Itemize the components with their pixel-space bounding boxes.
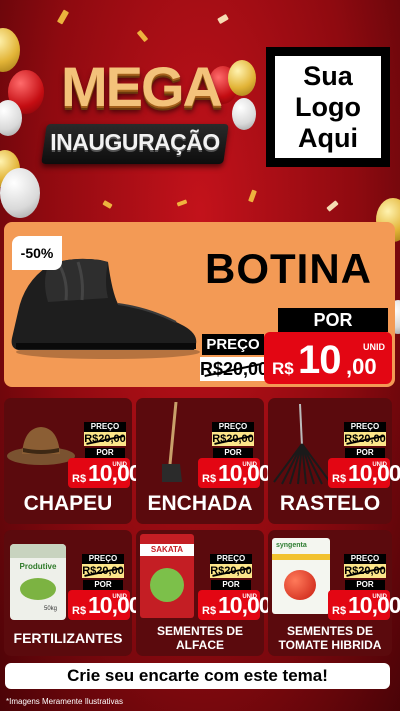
confetti (136, 29, 149, 43)
logo-text: Sua Logo Aqui (295, 60, 361, 153)
por-label: POR (213, 448, 253, 458)
old-price: R$20,00 (212, 432, 254, 446)
por-label: POR (85, 448, 125, 458)
banner-title: MEGA (61, 55, 223, 118)
unit-label: UNID (372, 462, 387, 468)
preco-label: PREÇO (344, 422, 386, 432)
cta-banner[interactable]: Crie seu encarte com este tema! (5, 663, 390, 689)
balloon-white (0, 168, 40, 218)
product-name: ENCHADA (147, 492, 253, 515)
product-card-rastelo: PREÇO R$20,00 POR R$ 10,00 UNID RASTELO (268, 398, 400, 524)
unit-label: UNID (112, 594, 127, 600)
preco-label: PREÇO (344, 554, 386, 564)
product-card-enchada: PREÇO R$20,00 POR R$ 10,00 UNID ENCHADA (136, 398, 272, 524)
hero-price-dec: ,00 (346, 354, 377, 379)
seed-brand: syngenta (276, 542, 307, 549)
confetti (217, 13, 229, 25)
hero-currency: R$ (272, 359, 294, 378)
currency: R$ (202, 473, 217, 485)
currency: R$ (332, 473, 347, 485)
unit-label: UNID (242, 462, 257, 468)
new-price: R$ 10,00 UNID (198, 458, 272, 488)
old-price: R$20,00 (84, 432, 126, 446)
new-price: R$ 10,00 UNID (328, 458, 400, 488)
discount-badge: -50% (12, 236, 62, 270)
currency: R$ (72, 605, 87, 617)
hero-old-price: R$20,00 (200, 357, 268, 381)
confetti (176, 199, 188, 207)
por-label: POR (345, 580, 385, 590)
hero-unit-label: UNID (363, 342, 385, 352)
balloon-white (0, 100, 22, 136)
new-price: R$ 10,00 UNID (68, 590, 142, 620)
old-price: R$20,00 (344, 564, 386, 578)
logo-placeholder: Sua Logo Aqui (266, 47, 390, 167)
fertilizer-bag-image: Produtive 50kg (10, 544, 66, 620)
new-price: R$ 10,00 UNID (68, 458, 142, 488)
flyer-page: MEGA INAUGURAÇÃO Sua Logo Aqui -50% BOTI… (0, 0, 400, 711)
hat-image (7, 427, 75, 465)
confetti (326, 200, 339, 212)
product-card-chapeu: PREÇO R$20,00 POR R$ 10,00 UNID CHAPEU (4, 398, 142, 524)
fertilizer-weight: 50kg (44, 606, 58, 612)
tomato-seed-pack-image: syngenta (272, 538, 330, 614)
product-name: RASTELO (279, 492, 381, 515)
old-price: R$20,00 (210, 564, 252, 578)
hero-price-int: 10 (298, 338, 341, 382)
balloon-gold (0, 28, 20, 72)
fertilizer-brand: Produtive (19, 562, 57, 571)
product-name: SEMENTES DE TOMATE HIBRIDA (278, 624, 382, 652)
hero-por-label: POR (278, 308, 388, 332)
product-name: FERTILIZANTES (13, 630, 123, 646)
por-label: POR (83, 580, 123, 590)
product-card-sementes-alface: SAKATA PREÇO R$20,00 POR R$ 10,00 UNID S… (136, 530, 272, 656)
product-card-sementes-tomate: syngenta PREÇO R$20,00 POR R$ 10,00 UNID… (268, 530, 400, 656)
rake-image (273, 404, 331, 485)
unit-label: UNID (242, 594, 257, 600)
currency: R$ (332, 605, 347, 617)
confetti (248, 189, 257, 203)
disclaimer-text: *Imagens Meramente Ilustrativas (6, 697, 123, 706)
hero-new-price: R$ 10 ,00 UNID (264, 332, 392, 384)
banner-subtitle: INAUGURAÇÃO (50, 129, 220, 155)
currency: R$ (72, 473, 87, 485)
currency: R$ (202, 605, 217, 617)
confetti (102, 200, 113, 209)
product-name: CHAPEU (23, 492, 113, 515)
new-price: R$ 10,00 UNID (198, 590, 272, 620)
lettuce-seed-pack-image: SAKATA (140, 534, 194, 618)
confetti (56, 9, 70, 25)
hoe-image (162, 402, 182, 482)
old-price: R$20,00 (82, 564, 124, 578)
balloon-white (232, 98, 256, 130)
preco-label: PREÇO (212, 422, 254, 432)
product-name: SEMENTES DE ALFACE (156, 624, 243, 652)
unit-label: UNID (112, 462, 127, 468)
product-card-fertilizantes: Produtive 50kg PREÇO R$20,00 POR R$ 10,0… (4, 530, 142, 656)
preco-label: PREÇO (82, 554, 124, 564)
unit-label: UNID (372, 594, 387, 600)
seed-brand: SAKATA (140, 544, 194, 556)
old-price: R$20,00 (344, 432, 386, 446)
por-label: POR (211, 580, 251, 590)
hero-preco-label: PREÇO (202, 334, 264, 355)
hero-product-name: BOTINA (205, 245, 372, 292)
preco-label: PREÇO (84, 422, 126, 432)
new-price: R$ 10,00 UNID (328, 590, 400, 620)
preco-label: PREÇO (210, 554, 252, 564)
por-label: POR (345, 448, 385, 458)
